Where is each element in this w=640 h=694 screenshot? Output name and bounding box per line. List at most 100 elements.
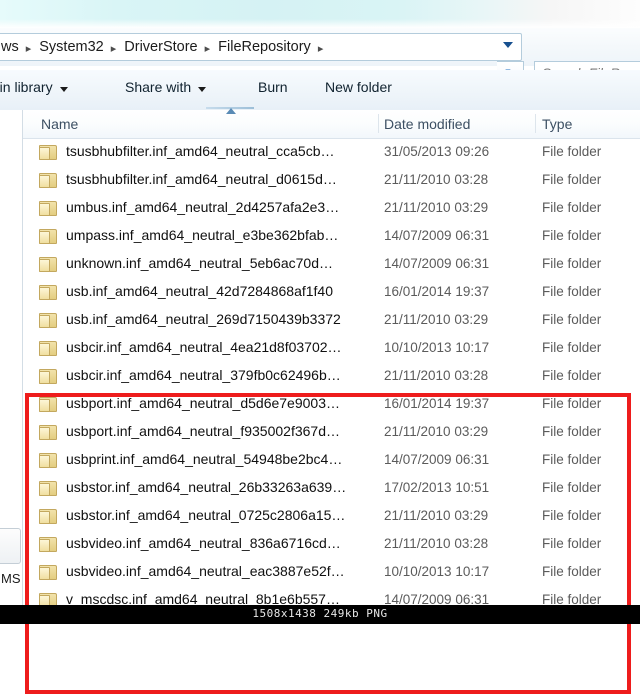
file-type: File folder <box>542 508 602 523</box>
folder-icon <box>39 536 58 553</box>
toolbar-item-label: e in library <box>0 79 53 95</box>
table-row[interactable]: usbport.inf_amd64_neutral_f935002f367d… 2… <box>23 419 640 447</box>
address-bar: ws ▸ System32 ▸ DriverStore ▸ FileRepository ▸ … <box>0 28 640 89</box>
table-row[interactable]: usbport.inf_amd64_neutral_d5d6e7e9003… 16… <box>23 391 640 419</box>
navigation-pane-label: MS <box>1 571 21 586</box>
breadcrumb-item-2[interactable]: DriverStore <box>122 39 199 55</box>
file-name[interactable]: usbport.inf_amd64_neutral_f935002f367d… <box>66 423 340 439</box>
breadcrumb-bar[interactable]: ws ▸ System32 ▸ DriverStore ▸ FileRepository ▸ <box>0 33 522 61</box>
folder-icon <box>39 396 58 413</box>
folder-icon <box>39 228 58 245</box>
file-name[interactable]: umpass.inf_amd64_neutral_e3be362bfab… <box>66 227 338 243</box>
file-name[interactable]: usbcir.inf_amd64_neutral_379fb0c62496b… <box>66 367 341 383</box>
table-row[interactable]: usbvideo.inf_amd64_neutral_836a6716cd… 21… <box>23 531 640 559</box>
explorer-content: MS Name Date modified Type tsusbhubfilter.… <box>0 107 640 694</box>
folder-icon <box>39 144 58 161</box>
file-type: File folder <box>542 452 602 467</box>
column-divider[interactable] <box>535 114 536 133</box>
navigation-pane <box>0 110 23 605</box>
folder-icon <box>39 172 58 189</box>
file-list[interactable]: tsusbhubfilter.inf_amd64_neutral_cca5cb…… <box>23 139 640 608</box>
file-date-modified: 21/11/2010 03:28 <box>384 368 489 383</box>
file-date-modified: 16/01/2014 19:37 <box>384 396 490 411</box>
toolbar-item-label: New folder <box>325 79 392 95</box>
table-row[interactable]: umbus.inf_amd64_neutral_2d4257afa2e3… 21/… <box>23 195 640 223</box>
table-row[interactable]: usbstor.inf_amd64_neutral_0725c2806a15… 2… <box>23 503 640 531</box>
table-row[interactable]: tsusbhubfilter.inf_amd64_neutral_d0615d…… <box>23 167 640 195</box>
file-name[interactable]: usbvideo.inf_amd64_neutral_eac3887e52f… <box>66 563 345 579</box>
file-date-modified: 10/10/2013 10:17 <box>384 564 490 579</box>
breadcrumb-separator-icon[interactable]: ▸ <box>106 42 123 55</box>
file-type: File folder <box>542 144 602 159</box>
file-type: File folder <box>542 340 602 355</box>
column-header-type[interactable]: Type <box>542 116 572 132</box>
folder-icon <box>39 508 58 525</box>
table-row[interactable]: usbvideo.inf_amd64_neutral_eac3887e52f… 1… <box>23 559 640 587</box>
breadcrumb-item-3[interactable]: FileRepository <box>216 39 313 55</box>
table-row[interactable]: usbcir.inf_amd64_neutral_379fb0c62496b… 2… <box>23 363 640 391</box>
file-name[interactable]: usb.inf_amd64_neutral_269d7150439b3372 <box>66 311 341 327</box>
file-name[interactable]: usbport.inf_amd64_neutral_d5d6e7e9003… <box>66 395 340 411</box>
breadcrumb-item-1[interactable]: System32 <box>37 39 105 55</box>
toolbar-item-label: Burn <box>258 79 288 95</box>
file-type: File folder <box>542 564 602 579</box>
chevron-down-icon[interactable] <box>59 86 68 92</box>
navigation-pane-item-fragment[interactable] <box>0 528 21 564</box>
file-type: File folder <box>542 424 602 439</box>
image-caption-bar: 1508x1438 249kb PNG <box>0 605 640 624</box>
file-date-modified: 16/01/2014 19:37 <box>384 284 490 299</box>
file-date-modified: 14/07/2009 06:31 <box>384 256 490 271</box>
file-type: File folder <box>542 172 602 187</box>
file-type: File folder <box>542 256 602 271</box>
file-date-modified: 21/11/2010 03:28 <box>384 172 489 187</box>
file-type: File folder <box>542 368 602 383</box>
column-header-date-modified[interactable]: Date modified <box>384 116 470 132</box>
folder-icon <box>39 256 58 273</box>
toolbar-item-label: Share with <box>125 79 192 95</box>
file-type: File folder <box>542 396 602 411</box>
file-name[interactable]: unknown.inf_amd64_neutral_5eb6ac70d… <box>66 255 333 271</box>
file-date-modified: 21/11/2010 03:28 <box>384 536 489 551</box>
toolbar-item-2[interactable]: Burn <box>258 79 288 95</box>
breadcrumb-item-0[interactable]: ws <box>0 39 21 55</box>
table-row[interactable]: usbprint.inf_amd64_neutral_54948be2bc4… 1… <box>23 447 640 475</box>
file-name[interactable]: usbvideo.inf_amd64_neutral_836a6716cd… <box>66 535 341 551</box>
toolbar-item-0[interactable]: e in library <box>0 79 68 95</box>
folder-icon <box>39 564 58 581</box>
table-row[interactable]: usbstor.inf_amd64_neutral_26b33263a639… 1… <box>23 475 640 503</box>
breadcrumb-separator-icon[interactable]: ▸ <box>200 42 217 55</box>
column-divider[interactable] <box>378 114 379 133</box>
file-name[interactable]: usbcir.inf_amd64_neutral_4ea21d8f03702… <box>66 339 342 355</box>
file-type: File folder <box>542 480 602 495</box>
file-name[interactable]: tsusbhubfilter.inf_amd64_neutral_cca5cb… <box>66 143 335 159</box>
file-name[interactable]: usbstor.inf_amd64_neutral_26b33263a639… <box>66 479 346 495</box>
chevron-down-icon[interactable] <box>503 42 513 48</box>
column-header-name[interactable]: Name <box>41 116 78 132</box>
file-date-modified: 14/07/2009 06:31 <box>384 228 490 243</box>
breadcrumb-separator-icon[interactable]: ▸ <box>21 42 38 55</box>
table-row[interactable]: tsusbhubfilter.inf_amd64_neutral_cca5cb…… <box>23 139 640 167</box>
table-row[interactable]: unknown.inf_amd64_neutral_5eb6ac70d… 14/0… <box>23 251 640 279</box>
folder-icon <box>39 480 58 497</box>
folder-icon <box>39 424 58 441</box>
table-row[interactable]: umpass.inf_amd64_neutral_e3be362bfab… 14/… <box>23 223 640 251</box>
file-name[interactable]: usbstor.inf_amd64_neutral_0725c2806a15… <box>66 507 345 523</box>
column-header-row: Name Date modified Type <box>23 107 640 139</box>
file-name[interactable]: tsusbhubfilter.inf_amd64_neutral_d0615d… <box>66 171 337 187</box>
table-row[interactable]: usb.inf_amd64_neutral_42d7284868af1f40 16… <box>23 279 640 307</box>
chevron-down-icon[interactable] <box>198 86 207 92</box>
file-name[interactable]: usb.inf_amd64_neutral_42d7284868af1f40 <box>66 283 333 299</box>
toolbar-item-1[interactable]: Share with <box>125 79 207 95</box>
file-date-modified: 21/11/2010 03:29 <box>384 312 489 327</box>
breadcrumb-separator-icon[interactable]: ▸ <box>313 42 330 55</box>
file-type: File folder <box>542 536 602 551</box>
window-glass-band <box>0 0 640 28</box>
table-row[interactable]: usb.inf_amd64_neutral_269d7150439b3372 21… <box>23 307 640 335</box>
table-row[interactable]: usbcir.inf_amd64_neutral_4ea21d8f03702… 1… <box>23 335 640 363</box>
image-caption-text: 1508x1438 249kb PNG <box>252 607 388 620</box>
toolbar-item-3[interactable]: New folder <box>325 79 392 95</box>
sort-ascending-icon <box>206 107 254 115</box>
file-name[interactable]: usbprint.inf_amd64_neutral_54948be2bc4… <box>66 451 342 467</box>
file-name[interactable]: umbus.inf_amd64_neutral_2d4257afa2e3… <box>66 199 339 215</box>
breadcrumb[interactable]: ws ▸ System32 ▸ DriverStore ▸ FileRepository ▸ <box>0 34 329 60</box>
